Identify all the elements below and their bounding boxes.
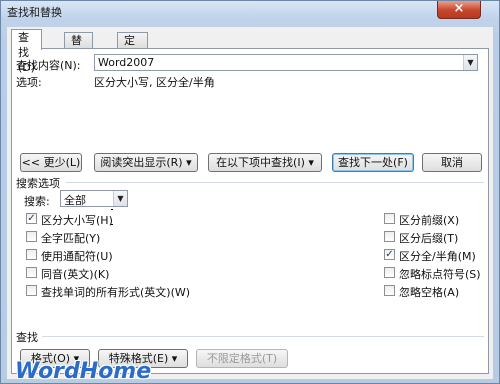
- checkbox-label: 同音(英文)(K): [41, 268, 110, 281]
- chevron-down-icon[interactable]: ▼: [113, 191, 127, 206]
- search-options-title: 搜索选项: [16, 177, 60, 190]
- checkbox-label: 区分大小写(H): [41, 214, 113, 227]
- find-replace-dialog: 查找和替换 × 查找(D) 替换(P) 定位(G) 查找内容(N): Word2…: [0, 0, 500, 384]
- find-tab-panel: 查找内容(N): Word2007 ▼ 选项: 区分大小写, 区分全/半角 <<…: [11, 48, 489, 374]
- dialog-client-area: 查找(D) 替换(P) 定位(G) 查找内容(N): Word2007 ▼ 选项…: [7, 27, 493, 379]
- checkbox-label: 区分前缀(X): [399, 214, 460, 227]
- checkbox-box[interactable]: [384, 231, 395, 242]
- find-next-button[interactable]: 查找下一处(F): [332, 153, 414, 172]
- find-section-title: 查找: [16, 331, 38, 344]
- separator: [66, 182, 484, 183]
- checkbox-match-case[interactable]: ✓ 区分大小写(H): [26, 212, 156, 227]
- checkbox-ignore-punctuation[interactable]: 忽略标点符号(S): [384, 266, 484, 281]
- checkbox-label: 使用通配符(U): [41, 250, 113, 263]
- checkbox-label: 忽略标点符号(S): [399, 268, 481, 281]
- no-formatting-button[interactable]: 不限定格式(T): [196, 349, 288, 368]
- checkbox-box[interactable]: [26, 231, 37, 242]
- mouse-cursor-icon: [111, 209, 113, 225]
- find-what-combo[interactable]: Word2007 ▼: [94, 54, 478, 71]
- checkbox-sounds-like[interactable]: 同音(英文)(K): [26, 266, 156, 281]
- chevron-down-icon[interactable]: ▼: [463, 55, 477, 70]
- checkbox-match-width[interactable]: ✓ 区分全/半角(M): [384, 248, 484, 263]
- close-button[interactable]: ×: [437, 1, 481, 19]
- watermark-logo: WordHome: [15, 359, 152, 384]
- tab-replace[interactable]: 替换(P): [64, 32, 94, 77]
- checkbox-all-word-forms[interactable]: 查找单词的所有形式(英文)(W): [26, 284, 226, 299]
- checkbox-box[interactable]: [384, 267, 395, 278]
- tab-goto[interactable]: 定位(G): [117, 32, 149, 77]
- checkbox-box[interactable]: ✓: [384, 249, 395, 260]
- checkbox-wildcards[interactable]: 使用通配符(U): [26, 248, 156, 263]
- find-what-value: Word2007: [98, 56, 155, 69]
- checkbox-box[interactable]: [384, 285, 395, 296]
- search-direction-combo[interactable]: 全部 ▼: [60, 190, 128, 207]
- checkbox-match-suffix[interactable]: 区分后缀(T): [384, 230, 484, 245]
- tab-find[interactable]: 查找(D): [11, 29, 43, 74]
- find-in-button[interactable]: 在以下项中查找(I) ▾: [208, 153, 322, 172]
- checkbox-label: 区分全/半角(M): [399, 250, 476, 263]
- cancel-button[interactable]: 取消: [422, 153, 482, 172]
- reading-highlight-button[interactable]: 阅读突出显示(R) ▾: [94, 153, 198, 172]
- checkbox-box[interactable]: [26, 267, 37, 278]
- title-bar: 查找和替换 ×: [1, 1, 499, 21]
- checkbox-ignore-spaces[interactable]: 忽略空格(A): [384, 284, 484, 299]
- checkbox-label: 查找单词的所有形式(英文)(W): [41, 286, 191, 299]
- checkbox-box[interactable]: [384, 213, 395, 224]
- checkbox-whole-word[interactable]: 全字匹配(Y): [26, 230, 156, 245]
- less-button[interactable]: << 更少(L): [20, 153, 82, 172]
- options-value: 区分大小写, 区分全/半角: [94, 76, 215, 89]
- checkbox-box[interactable]: ✓: [26, 213, 37, 224]
- options-label: 选项:: [16, 76, 42, 89]
- separator: [42, 336, 484, 337]
- checkbox-match-prefix[interactable]: 区分前缀(X): [384, 212, 484, 227]
- search-direction-label: 搜索:: [24, 195, 50, 208]
- checkbox-box[interactable]: [26, 249, 37, 260]
- dialog-title: 查找和替换: [7, 6, 62, 19]
- search-direction-value: 全部: [64, 194, 86, 207]
- checkbox-box[interactable]: [26, 285, 37, 296]
- checkbox-label: 忽略空格(A): [399, 286, 460, 299]
- checkbox-label: 全字匹配(Y): [41, 232, 101, 245]
- checkbox-label: 区分后缀(T): [399, 232, 459, 245]
